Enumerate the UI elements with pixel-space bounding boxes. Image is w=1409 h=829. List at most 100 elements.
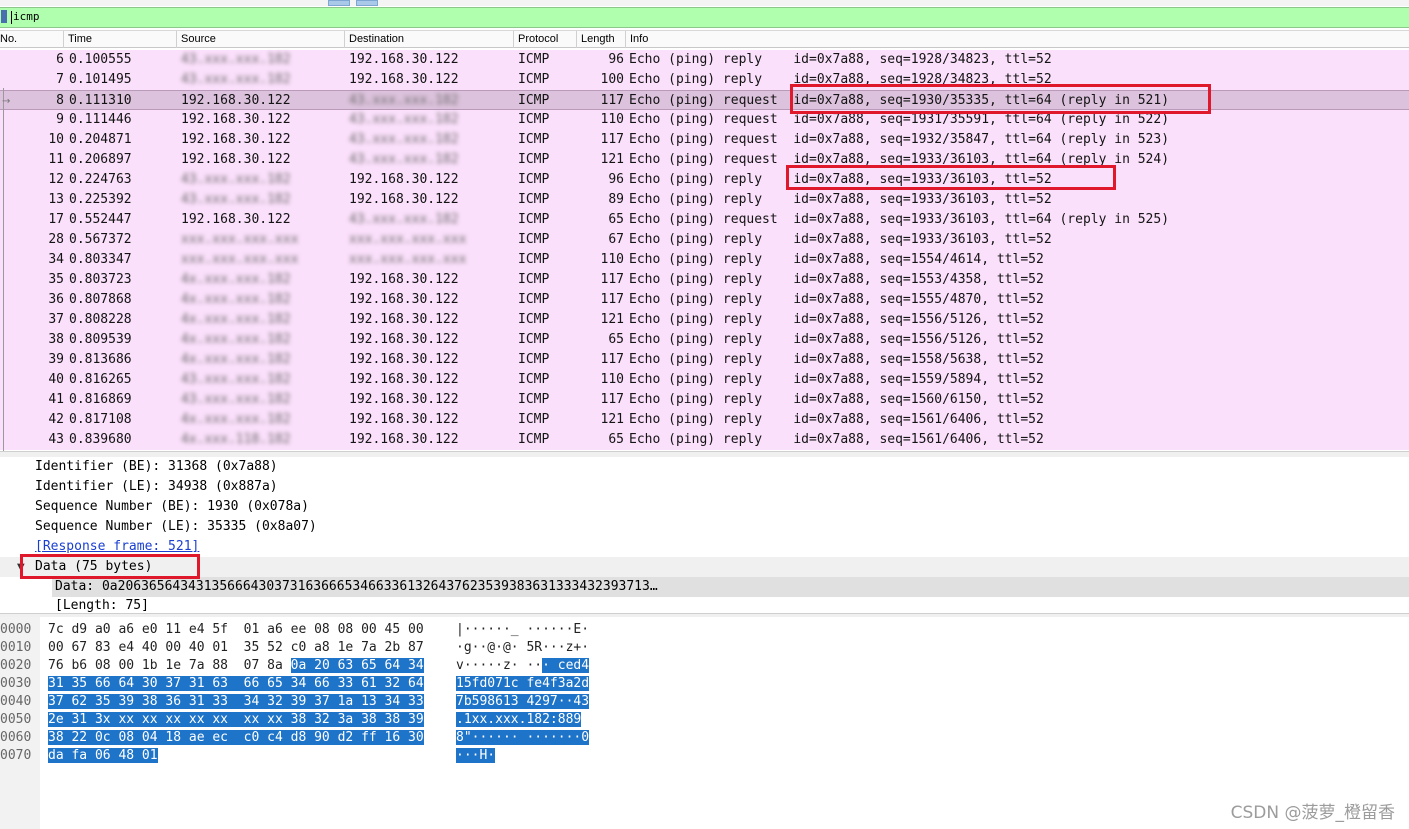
- packet-source: 43.xxx.xxx.182: [181, 372, 291, 387]
- packet-row[interactable]: 17 0.552447 192.168.30.122 43.xxx.xxx.182 IC…: [0, 210, 1409, 230]
- packet-info: Echo (ping) reply id=0x7a88, seq=1560/61…: [629, 392, 1044, 407]
- packet-info: Echo (ping) reply id=0x7a88, seq=1553/43…: [629, 272, 1044, 287]
- packet-row[interactable]: 42 0.817108 4x.xxx.xxx.182 192.168.30.122 IC…: [0, 410, 1409, 430]
- hex-dump-line[interactable]: 38 22 0c 08 04 18 ae ec c0 c4 d8 90 d2 f…: [48, 729, 424, 747]
- packet-details[interactable]: Identifier (BE): 31368 (0x7a88) Identifi…: [0, 457, 1409, 613]
- packet-row[interactable]: 6 0.100555 43.xxx.xxx.182 192.168.30.122 ICM…: [0, 50, 1409, 70]
- ascii-dump-line[interactable]: .1xx.xxx.182:889: [456, 711, 582, 729]
- hex-dump-line[interactable]: 00 67 83 e4 40 00 40 01 35 52 c0 a8 1e 7…: [48, 639, 424, 657]
- packet-time: 0.803347: [69, 252, 132, 267]
- packet-row[interactable]: 28 0.567372 xxx.xxx.xxx.xxx xxx.xxx.xxx.xxx…: [0, 230, 1409, 250]
- hex-bytes-selected: 2e 31 3x xx xx xx xx xx xx xx 38 32 3a 3…: [48, 712, 424, 727]
- display-filter-input[interactable]: icmp: [13, 10, 40, 23]
- packet-info: Echo (ping) reply id=0x7a88, seq=1554/46…: [629, 252, 1044, 267]
- hex-dump-line[interactable]: 76 b6 08 00 1b 1e 7a 88 07 8a 0a 20 63 6…: [48, 657, 424, 675]
- detail-sequence-le[interactable]: Sequence Number (LE): 35335 (0x8a07): [35, 517, 317, 537]
- packet-protocol: ICMP: [518, 72, 550, 87]
- ascii-dump-line[interactable]: |······_ ······E·: [456, 621, 589, 639]
- detail-data-value[interactable]: Data: 0a20636564343135666430373163666534…: [55, 577, 658, 597]
- packet-source: xxx.xxx.xxx.xxx: [181, 232, 299, 247]
- ascii-dump-line[interactable]: 8"······ ·······0: [456, 729, 590, 747]
- annotation-box: [786, 165, 1116, 190]
- detail-data-length[interactable]: [Length: 75]: [55, 596, 149, 613]
- packet-bytes[interactable]: 0000 7c d9 a0 a6 e0 11 e4 5f 01 a6 ee 08 …: [0, 617, 1409, 829]
- watermark: CSDN @菠萝_橙留香: [1230, 803, 1395, 823]
- ascii-dump-line[interactable]: v·····z· ··· ced4: [456, 657, 590, 675]
- toolbar-button[interactable]: [328, 0, 350, 6]
- hex-dump-line[interactable]: 37 62 35 39 38 36 31 33 34 32 39 37 1a 1…: [48, 693, 424, 711]
- hex-dump-line[interactable]: da fa 06 48 01: [48, 747, 158, 765]
- packet-row[interactable]: 38 0.809539 4x.xxx.xxx.182 192.168.30.122 IC…: [0, 330, 1409, 350]
- packet-no: 43: [48, 432, 64, 447]
- packet-protocol: ICMP: [518, 132, 550, 147]
- packet-row[interactable]: 10 0.204871 192.168.30.122 43.xxx.xxx.182 IC…: [0, 130, 1409, 150]
- packet-protocol: ICMP: [518, 112, 550, 127]
- packet-protocol: ICMP: [518, 292, 550, 307]
- packet-row[interactable]: 12 0.224763 43.xxx.xxx.182 192.168.30.122 IC…: [0, 170, 1409, 190]
- packet-row[interactable]: 13 0.225392 43.xxx.xxx.182 192.168.30.122 IC…: [0, 190, 1409, 210]
- packet-time: 0.809539: [69, 332, 132, 347]
- hex-bytes-selected: da fa 06 48 01: [48, 748, 158, 763]
- packet-no: 7: [56, 72, 64, 87]
- packet-row[interactable]: 41 0.816869 43.xxx.xxx.182 192.168.30.122 IC…: [0, 390, 1409, 410]
- packet-info: Echo (ping) reply id=0x7a88, seq=1555/48…: [629, 292, 1044, 307]
- packet-source: 43.xxx.xxx.182: [181, 192, 291, 207]
- packet-row[interactable]: 39 0.813686 4x.xxx.xxx.182 192.168.30.122 IC…: [0, 350, 1409, 370]
- packet-protocol: ICMP: [518, 232, 550, 247]
- hex-dump-line[interactable]: 31 35 66 64 30 37 31 63 66 65 34 66 33 6…: [48, 675, 424, 693]
- toolbar-button[interactable]: [356, 0, 378, 6]
- packet-time: 0.807868: [69, 292, 132, 307]
- ascii-dump-line[interactable]: 7b598613 4297··43: [456, 693, 590, 711]
- packet-destination: 43.xxx.xxx.182: [349, 132, 459, 147]
- column-header-source[interactable]: Source: [177, 31, 345, 48]
- packet-protocol: ICMP: [518, 312, 550, 327]
- packet-no: 13: [48, 192, 64, 207]
- column-header-length[interactable]: Length: [577, 31, 626, 48]
- packet-row[interactable]: 34 0.803347 xxx.xxx.xxx.xxx xxx.xxx.xxx.xxx…: [0, 250, 1409, 270]
- packet-no: 28: [48, 232, 64, 247]
- packet-destination: 192.168.30.122: [349, 272, 459, 287]
- display-filter-bar[interactable]: icmp: [0, 7, 1409, 28]
- packet-length: 117: [600, 392, 624, 407]
- packet-row[interactable]: 40 0.816265 43.xxx.xxx.182 192.168.30.122 IC…: [0, 370, 1409, 390]
- column-header-time[interactable]: Time: [64, 31, 177, 48]
- data-row-highlight: [0, 557, 1409, 577]
- column-header-info[interactable]: Info: [626, 31, 1409, 48]
- ascii-dump-line[interactable]: ·g··@·@· 5R···z+·: [456, 639, 589, 657]
- byte-offset: 0020: [0, 658, 32, 673]
- column-header-destination[interactable]: Destination: [345, 31, 514, 48]
- column-header-protocol[interactable]: Protocol: [514, 31, 577, 48]
- hex-bytes-selected: 38 22 0c 08 04 18 ae ec c0 c4 d8 90 d2 f…: [48, 730, 424, 745]
- packet-row[interactable]: 43 0.839680 4x.xxx.118.182 192.168.30.122 IC…: [0, 430, 1409, 450]
- packet-destination: 192.168.30.122: [349, 412, 459, 427]
- hex-dump-line[interactable]: 2e 31 3x xx xx xx xx xx xx xx 38 32 3a 3…: [48, 711, 424, 729]
- packet-row[interactable]: 11 0.206897 192.168.30.122 43.xxx.xxx.182 IC…: [0, 150, 1409, 170]
- packet-info: Echo (ping) reply id=0x7a88, seq=1561/64…: [629, 432, 1044, 447]
- packet-source: 4x.xxx.xxx.182: [181, 292, 291, 307]
- packet-info: Echo (ping) reply id=0x7a88, seq=1559/58…: [629, 372, 1044, 387]
- byte-offset: 0050: [0, 712, 32, 727]
- packet-time: 0.111310: [69, 93, 132, 108]
- packet-protocol: ICMP: [518, 52, 550, 67]
- detail-identifier-le[interactable]: Identifier (LE): 34938 (0x887a): [35, 477, 278, 497]
- packet-length: 117: [600, 352, 624, 367]
- ascii-dump-line[interactable]: 15fd071c fe4f3a2d: [456, 675, 590, 693]
- packet-time: 0.204871: [69, 132, 132, 147]
- hex-dump-line[interactable]: 7c d9 a0 a6 e0 11 e4 5f 01 a6 ee 08 08 0…: [48, 621, 424, 639]
- packet-row[interactable]: 35 0.803723 4x.xxx.xxx.182 192.168.30.122 IC…: [0, 270, 1409, 290]
- ascii-dump-line[interactable]: ···H·: [456, 747, 496, 765]
- main-toolbar: [0, 0, 1409, 6]
- packet-source: 192.168.30.122: [181, 112, 291, 127]
- byte-offset: 0030: [0, 676, 32, 691]
- packet-list-header: No. Time Source Destination Protocol Len…: [0, 30, 1409, 48]
- hex-bytes: 00 67 83 e4 40 00 40 01 35 52 c0 a8 1e 7…: [48, 640, 424, 655]
- packet-time: 0.816869: [69, 392, 132, 407]
- detail-sequence-be[interactable]: Sequence Number (BE): 1930 (0x078a): [35, 497, 309, 517]
- bookmark-icon[interactable]: [1, 10, 7, 23]
- detail-identifier-be[interactable]: Identifier (BE): 31368 (0x7a88): [35, 457, 278, 477]
- packet-row[interactable]: 36 0.807868 4x.xxx.xxx.182 192.168.30.122 IC…: [0, 290, 1409, 310]
- byte-offset: 0000: [0, 622, 32, 637]
- packet-row[interactable]: 37 0.808228 4x.xxx.xxx.182 192.168.30.122 IC…: [0, 310, 1409, 330]
- column-header-no[interactable]: No.: [0, 31, 64, 48]
- packet-no: 17: [48, 212, 64, 227]
